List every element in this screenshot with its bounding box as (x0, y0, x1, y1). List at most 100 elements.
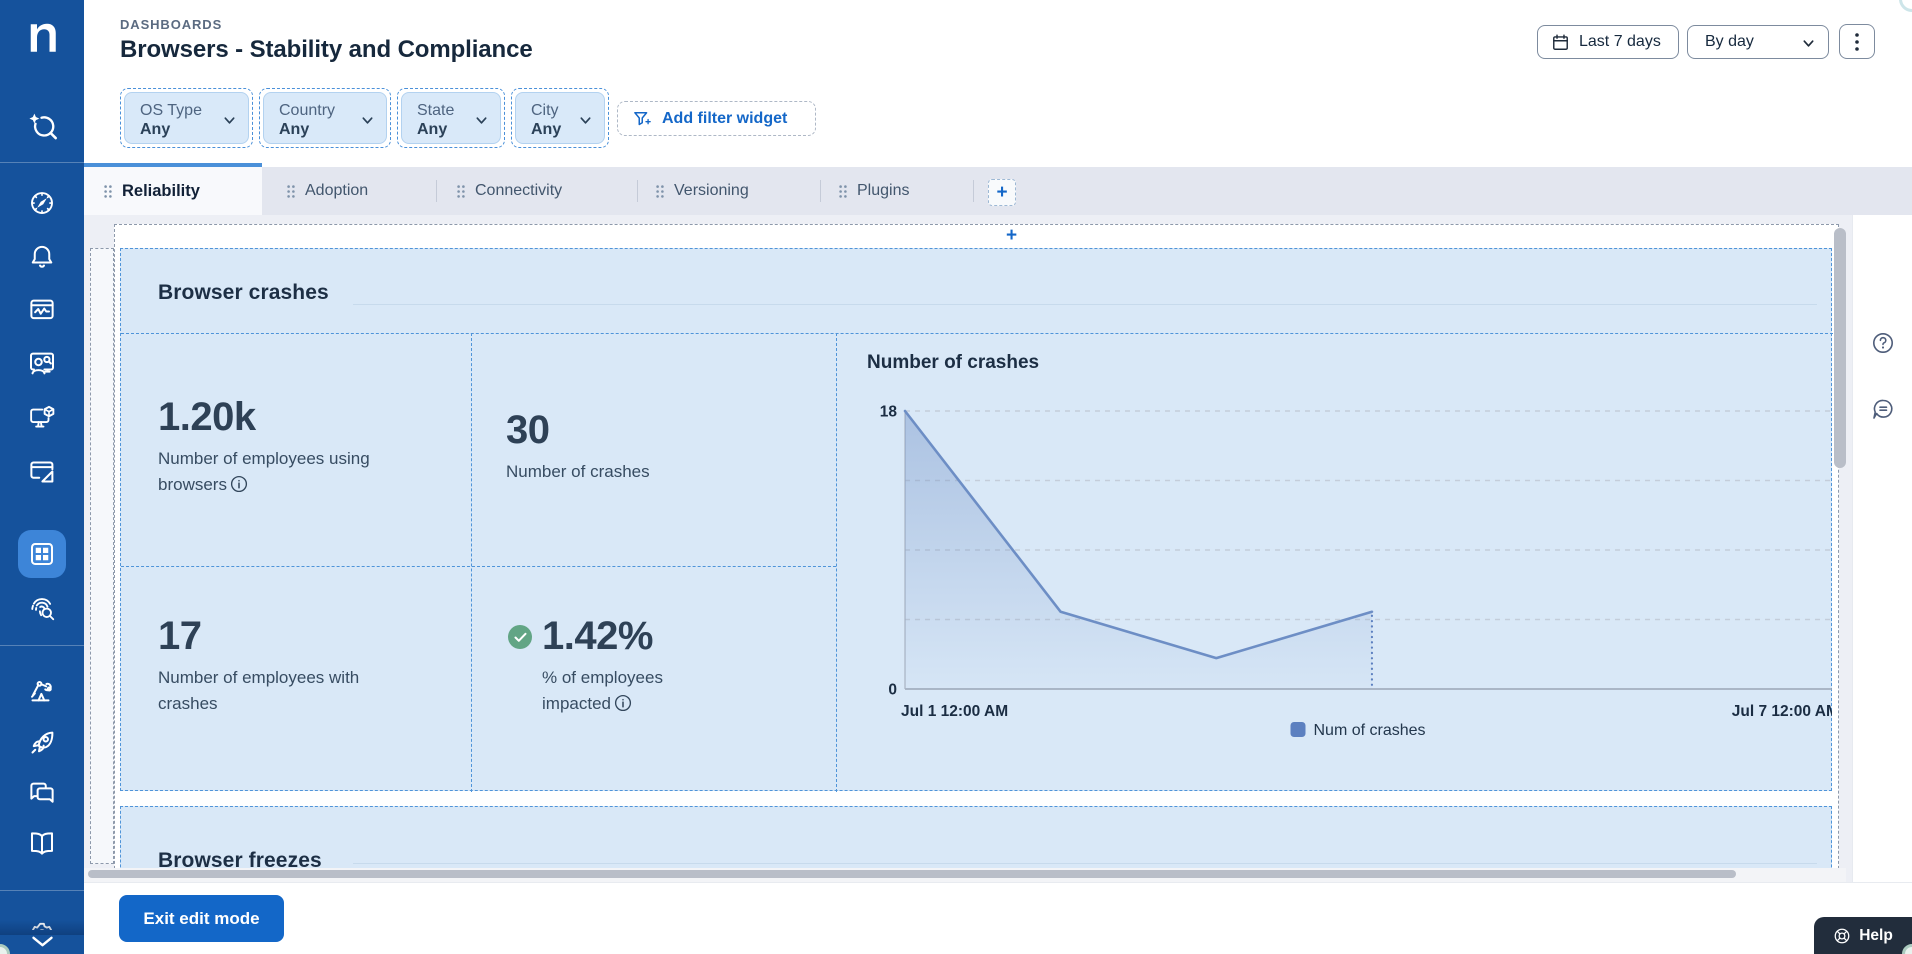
crashes-line-chart: 18 0Jul 1 12:00 AM Jul 7 12:00 AM Num of c… (880, 404, 1832, 739)
sidebar-item-adopt[interactable] (14, 721, 70, 765)
help-label: Help (1859, 926, 1893, 944)
add-tab-button[interactable]: + (988, 179, 1016, 206)
chevron-down-icon (476, 117, 487, 124)
corner-decoration (1899, 0, 1912, 12)
drag-handle-icon (287, 184, 295, 198)
exit-edit-mode-button[interactable]: Exit edit mode (119, 895, 284, 942)
sidebar-item-ai-search[interactable] (14, 105, 70, 149)
right-rail (1852, 215, 1912, 882)
rocket-icon (31, 731, 54, 754)
chevron-down-icon (362, 117, 373, 124)
kpi-label-text: Number of crashes (506, 462, 650, 481)
kpi-label-text: % of employees impacted (542, 668, 663, 713)
tab-label: Versioning (674, 182, 749, 199)
sidebar (0, 0, 84, 954)
kpi-label: Number of employees using browsers (158, 446, 410, 498)
chart-widget: Number of crashes 18 0 Jul 1 12:00 AM Jul 7… (836, 333, 1832, 791)
grid-line (121, 566, 836, 567)
page-title: Browsers - Stability and Compliance (120, 36, 533, 63)
device-cube-icon (30, 405, 55, 428)
kpi-label-text: Number of employees using browsers (158, 449, 370, 494)
kpi-value: 1.20k (158, 395, 256, 439)
sidebar-item-customization[interactable] (14, 449, 70, 493)
sidebar-item-alerts[interactable] (14, 234, 70, 278)
tab-adoption[interactable]: Adoption (287, 167, 368, 215)
breadcrumb: DASHBOARDS (120, 17, 223, 32)
dashboard-tabbar: Reliability Adoption Connectivity Versio… (84, 163, 1912, 215)
filter-value: Any (531, 121, 562, 138)
feedback-button[interactable] (1871, 397, 1895, 421)
filter-chip-state[interactable]: State Any (397, 88, 505, 148)
monitor-pulse-icon (30, 299, 54, 320)
section-title-rule (353, 304, 1817, 305)
calendar-icon (1553, 34, 1568, 50)
kebab-icon (1855, 32, 1859, 51)
tab-separator (820, 180, 821, 202)
section-title-rule (353, 863, 1817, 864)
filter-chip-country[interactable]: Country Any (259, 88, 391, 148)
sidebar-divider (0, 890, 84, 891)
logo-n-icon (30, 23, 56, 52)
sidebar-scroll-more[interactable] (14, 933, 70, 949)
sidebar-item-dashboards[interactable] (14, 532, 70, 576)
sidebar-divider (0, 645, 84, 646)
tab-separator (637, 180, 638, 202)
kpi-value: 17 (158, 614, 202, 658)
section-title: Browser crashes (158, 281, 329, 304)
tab-label: Adoption (305, 182, 369, 199)
fingerprint-search-icon (31, 598, 55, 621)
more-options-button[interactable] (1839, 24, 1875, 59)
grid-line (471, 333, 472, 792)
kpi-value: 30 (506, 408, 550, 452)
date-range-label: Last 7 days (1579, 33, 1661, 50)
help-circle-button[interactable] (1871, 331, 1895, 355)
nexthink-logo[interactable] (14, 16, 70, 60)
filter-value: Any (417, 121, 448, 138)
vertical-scrollbar-thumb[interactable] (1834, 228, 1846, 468)
granularity-select[interactable]: By day (1687, 25, 1829, 59)
person-screen-search-icon (30, 352, 54, 375)
kpi-label: Number of employees with crashes (158, 665, 410, 717)
horizontal-scrollbar-thumb[interactable] (88, 870, 1736, 878)
info-icon[interactable] (614, 694, 632, 712)
add-filter-widget-button[interactable]: Add filter widget (617, 101, 816, 136)
filter-label: City (531, 102, 559, 119)
filter-chip-city[interactable]: City Any (511, 88, 609, 148)
date-range-button[interactable]: Last 7 days (1537, 25, 1679, 59)
help-button[interactable]: Help (1814, 917, 1912, 954)
sidebar-item-sessions[interactable] (14, 341, 70, 385)
tab-separator (973, 180, 974, 202)
sidebar-item-devices[interactable] (14, 395, 70, 439)
sidebar-item-investigations[interactable] (14, 586, 70, 630)
info-icon[interactable] (230, 475, 248, 493)
robot-arm-icon (31, 681, 52, 702)
filter-chip-os-type[interactable]: OS Type Any (120, 88, 253, 148)
filter-value: Any (140, 121, 171, 138)
sidebar-item-library[interactable] (14, 821, 70, 865)
tab-reliability[interactable]: Reliability (84, 163, 262, 215)
filter-label: State (417, 102, 455, 119)
chevron-down-icon (580, 117, 591, 124)
drag-handle-icon (839, 184, 847, 198)
sidebar-item-automation[interactable] (14, 669, 70, 713)
add-filter-label: Add filter widget (662, 109, 788, 127)
ai-search-icon (28, 113, 57, 139)
tab-label: Reliability (122, 181, 200, 200)
tab-connectivity[interactable]: Connectivity (457, 167, 562, 215)
filter-plus-icon (634, 111, 651, 125)
kpi-value: 1.42% (542, 614, 653, 658)
tab-label: Connectivity (475, 182, 563, 199)
dashboard-canvas: + Browser crashes 1.20k Number of employ… (84, 215, 1912, 882)
tab-plugins[interactable]: Plugins (839, 167, 909, 215)
sidebar-item-engage[interactable] (14, 771, 70, 815)
add-section-button[interactable]: + (1006, 226, 1017, 245)
drag-handle-icon (457, 184, 465, 198)
kpi-label: % of employees impacted (542, 665, 707, 717)
sidebar-item-settings[interactable] (14, 920, 70, 930)
sidebar-item-compass[interactable] (14, 181, 70, 225)
filter-label: Country (279, 102, 336, 119)
chevron-down-icon (1803, 40, 1814, 47)
sidebar-item-monitoring[interactable] (14, 288, 70, 332)
filter-label: OS Type (140, 102, 202, 119)
tab-versioning[interactable]: Versioning (656, 167, 749, 215)
